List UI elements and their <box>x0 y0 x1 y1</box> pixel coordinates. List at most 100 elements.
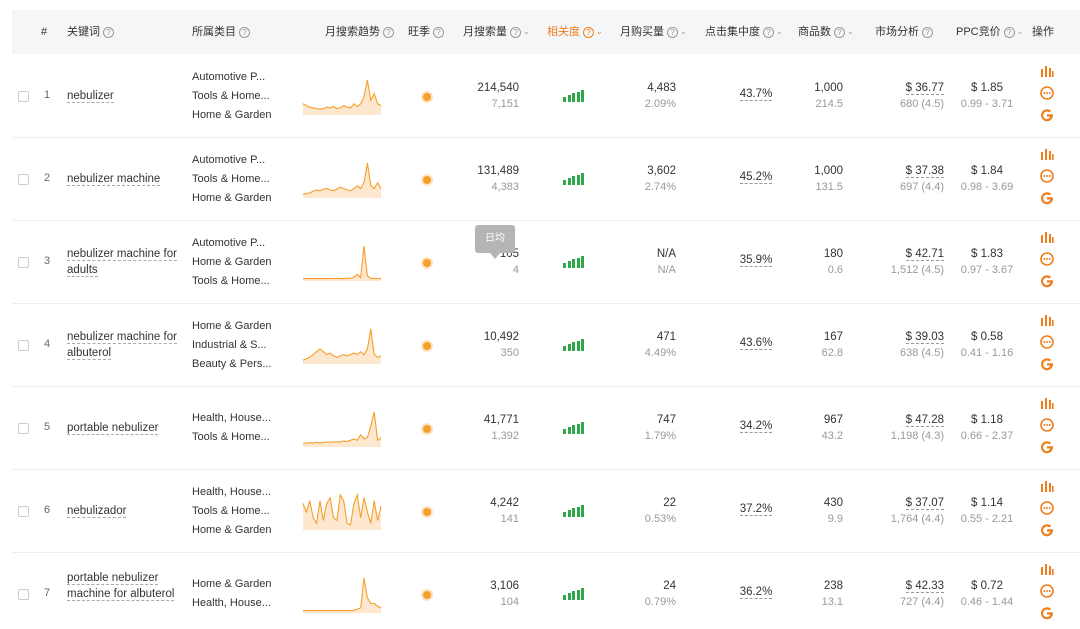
keyword-link[interactable]: nebulizador <box>67 503 179 519</box>
click-concentration[interactable]: 34.2% <box>724 420 788 433</box>
keyword-link[interactable]: portable nebulizer <box>67 420 179 436</box>
header-ppc[interactable]: PPC竞价? ⌄ <box>956 10 1023 54</box>
row-checkbox[interactable] <box>18 174 29 185</box>
trend-sparkline[interactable] <box>302 76 382 116</box>
keyword-text[interactable]: portable nebulizer <box>67 422 159 435</box>
category-item[interactable]: Automotive P... <box>192 151 292 170</box>
bar-chart-icon[interactable] <box>1039 230 1055 252</box>
more-circle-icon[interactable] <box>1039 418 1055 440</box>
sort-icon[interactable]: ⌄ <box>596 10 603 54</box>
sort-icon[interactable]: ⌄ <box>847 10 854 54</box>
bar-chart-icon[interactable] <box>1039 313 1055 335</box>
category-item[interactable]: Tools & Home... <box>192 87 292 106</box>
keyword-text[interactable]: nebulizer machine for albuterol <box>67 331 177 360</box>
row-checkbox[interactable] <box>18 257 29 268</box>
category-item[interactable]: Tools & Home... <box>192 170 292 189</box>
category-item[interactable]: Industrial & S... <box>192 336 292 355</box>
category-item[interactable]: Automotive P... <box>192 68 292 87</box>
keyword-text[interactable]: nebulizer <box>67 90 114 103</box>
trend-sparkline[interactable] <box>302 159 382 199</box>
help-icon[interactable]: ? <box>1003 26 1015 38</box>
header-category[interactable]: 所属类目? <box>192 10 250 54</box>
table-row[interactable]: 1 nebulizer Automotive P... Tools & Home...… <box>12 55 1080 138</box>
keyword-text[interactable]: nebulizer machine <box>67 173 161 186</box>
row-checkbox[interactable] <box>18 423 29 434</box>
header-relevance[interactable]: 相关度? ⌄ <box>547 10 603 54</box>
google-icon[interactable] <box>1039 191 1055 213</box>
category-item[interactable]: Tools & Home... <box>192 428 292 447</box>
more-circle-icon[interactable] <box>1039 252 1055 274</box>
header-season[interactable]: 旺季? <box>408 10 444 54</box>
header-monthly-purchase[interactable]: 月购买量? ⌄ <box>620 10 687 54</box>
help-icon[interactable]: ? <box>763 26 774 38</box>
help-icon[interactable]: ? <box>667 26 678 38</box>
market-analysis[interactable]: $ 47.28 1,198 (4.3) <box>874 412 944 444</box>
keyword-link[interactable]: nebulizer machine <box>67 171 179 187</box>
header-keyword[interactable]: 关键词? <box>67 10 114 54</box>
bar-chart-icon[interactable] <box>1039 64 1055 86</box>
help-icon[interactable]: ? <box>383 26 394 38</box>
table-row[interactable]: 7 portable nebulizer machine for albutero… <box>12 553 1080 629</box>
table-row[interactable]: 4 nebulizer machine for albuterol Home & G… <box>12 304 1080 387</box>
market-analysis[interactable]: $ 39.03 638 (4.5) <box>874 329 944 361</box>
keyword-text[interactable]: portable nebulizer machine for albuterol <box>67 572 175 601</box>
bar-chart-icon[interactable] <box>1039 562 1055 584</box>
table-row[interactable]: 5 portable nebulizer Health, House... Tools… <box>12 387 1080 470</box>
keyword-link[interactable]: nebulizer <box>67 88 179 104</box>
header-market[interactable]: 市场分析? <box>875 10 933 54</box>
row-checkbox[interactable] <box>18 340 29 351</box>
category-item[interactable]: Health, House... <box>192 483 292 502</box>
sort-icon[interactable]: ⌄ <box>523 10 530 54</box>
sort-icon[interactable]: ⌄ <box>776 10 783 54</box>
google-icon[interactable] <box>1039 357 1055 379</box>
bar-chart-icon[interactable] <box>1039 396 1055 418</box>
google-icon[interactable] <box>1039 108 1055 130</box>
trend-sparkline[interactable] <box>302 242 382 282</box>
market-analysis[interactable]: $ 42.33 727 (4.4) <box>874 578 944 610</box>
market-analysis[interactable]: $ 36.77 680 (4.5) <box>874 80 944 112</box>
header-click-concentration[interactable]: 点击集中度? ⌄ <box>705 10 783 54</box>
more-circle-icon[interactable] <box>1039 169 1055 191</box>
category-item[interactable]: Home & Garden <box>192 253 292 272</box>
category-item[interactable]: Health, House... <box>192 594 292 613</box>
help-icon[interactable]: ? <box>103 26 114 38</box>
help-icon[interactable]: ? <box>922 26 933 38</box>
category-item[interactable]: Home & Garden <box>192 575 292 594</box>
google-icon[interactable] <box>1039 440 1055 462</box>
market-analysis[interactable]: $ 42.71 1,512 (4.5) <box>874 246 944 278</box>
more-circle-icon[interactable] <box>1039 335 1055 357</box>
category-item[interactable]: Home & Garden <box>192 106 292 125</box>
help-icon[interactable]: ? <box>510 26 521 38</box>
trend-sparkline[interactable] <box>302 491 382 531</box>
help-icon[interactable]: ? <box>583 26 594 38</box>
click-concentration[interactable]: 45.2% <box>724 171 788 184</box>
table-row[interactable]: 3 nebulizer machine for adults Automotive … <box>12 221 1080 304</box>
header-trend[interactable]: 月搜索趋势? <box>325 10 394 54</box>
table-row[interactable]: 6 nebulizador Health, House... Tools & Home… <box>12 470 1080 553</box>
click-concentration[interactable]: 35.9% <box>724 254 788 267</box>
keyword-text[interactable]: nebulizador <box>67 505 127 518</box>
header-product-count[interactable]: 商品数? ⌄ <box>798 10 854 54</box>
trend-sparkline[interactable] <box>302 574 382 614</box>
bar-chart-icon[interactable] <box>1039 479 1055 501</box>
more-circle-icon[interactable] <box>1039 584 1055 606</box>
more-circle-icon[interactable] <box>1039 501 1055 523</box>
keyword-link[interactable]: portable nebulizer machine for albuterol <box>67 570 179 602</box>
click-concentration[interactable]: 43.7% <box>724 88 788 101</box>
keyword-link[interactable]: nebulizer machine for adults <box>67 246 179 278</box>
sort-icon[interactable]: ⌄ <box>680 10 687 54</box>
row-checkbox[interactable] <box>18 589 29 600</box>
help-icon[interactable]: ? <box>834 26 845 38</box>
category-item[interactable]: Health, House... <box>192 409 292 428</box>
category-item[interactable]: Tools & Home... <box>192 272 292 291</box>
market-analysis[interactable]: $ 37.38 697 (4.4) <box>874 163 944 195</box>
click-concentration[interactable]: 37.2% <box>724 503 788 516</box>
market-analysis[interactable]: $ 37.07 1,764 (4.4) <box>874 495 944 527</box>
bar-chart-icon[interactable] <box>1039 147 1055 169</box>
help-icon[interactable]: ? <box>239 26 250 38</box>
click-concentration[interactable]: 36.2% <box>724 586 788 599</box>
google-icon[interactable] <box>1039 274 1055 296</box>
help-icon[interactable]: ? <box>433 26 444 38</box>
sort-icon[interactable]: ⌄ <box>1017 10 1024 54</box>
more-circle-icon[interactable] <box>1039 86 1055 108</box>
